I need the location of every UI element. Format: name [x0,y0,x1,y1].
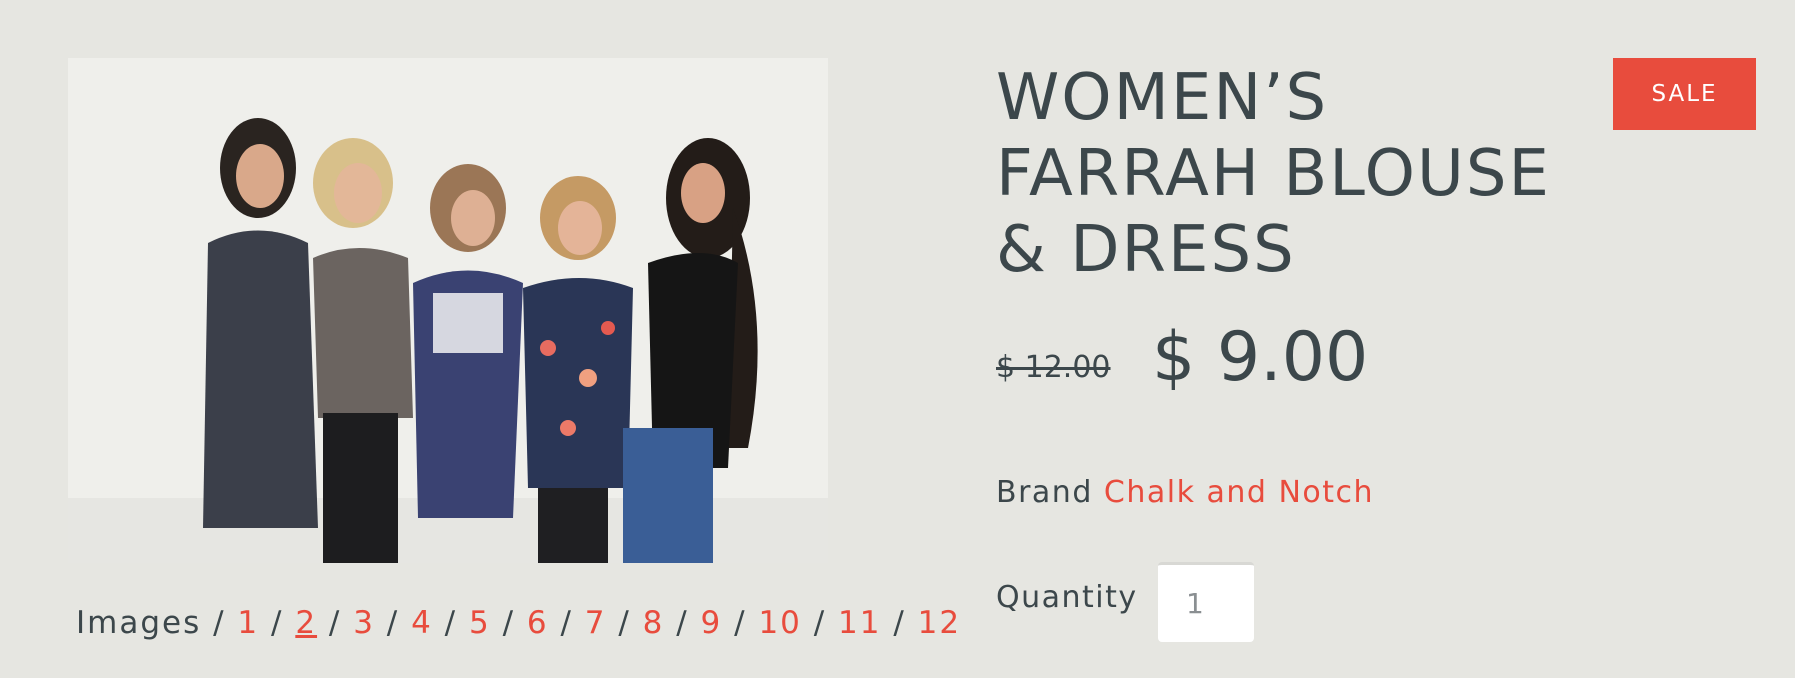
pagination-separator: / [259,605,296,641]
pagination-separator: / [606,605,643,641]
pagination-separator: / [881,605,918,641]
pagination-separator: / [548,605,585,641]
image-page-link-11[interactable]: 11 [838,605,881,641]
image-page-link-8[interactable]: 8 [643,605,665,641]
image-pagination-label: Images [76,605,202,641]
compare-at-price: $ 12.00 [996,350,1111,385]
pagination-separator: / [317,605,354,641]
image-page-link-6[interactable]: 6 [527,605,549,641]
pagination-separator: / [213,605,238,641]
image-page-link-9[interactable]: 9 [701,605,723,641]
brand-label: Brand [996,475,1093,510]
product-photo-icon [68,58,828,563]
image-page-link-5[interactable]: 5 [469,605,491,641]
pagination-separator: / [374,605,412,641]
image-page-link-12[interactable]: 12 [918,605,961,641]
image-page-link-10[interactable]: 10 [758,605,801,641]
product-image[interactable] [68,58,828,563]
quantity-label: Quantity [996,580,1138,615]
image-page-link-3[interactable]: 3 [353,605,375,641]
image-page-link-4[interactable]: 4 [411,605,433,641]
product-title: WOMEN’S FARRAH BLOUSE & DRESS [996,61,1551,287]
image-page-link-2[interactable]: 2 [295,605,317,641]
image-page-link-7[interactable]: 7 [585,605,607,641]
image-pagination: Images / 1 / 2 / 3 / 4 / 5 / 6 / 7 / 8 /… [76,605,959,641]
pagination-separator: / [432,605,469,641]
brand-row: Brand Chalk and Notch [996,475,1374,510]
pagination-separator: / [664,605,701,641]
pagination-separator: / [722,605,759,641]
pagination-separator: / [801,605,839,641]
product-price: $ 9.00 [1152,318,1369,397]
quantity-input[interactable] [1158,562,1254,642]
image-page-link-1[interactable]: 1 [237,605,259,641]
sale-badge: SALE [1613,58,1756,130]
pagination-separator: / [490,605,527,641]
brand-link[interactable]: Chalk and Notch [1104,475,1374,510]
